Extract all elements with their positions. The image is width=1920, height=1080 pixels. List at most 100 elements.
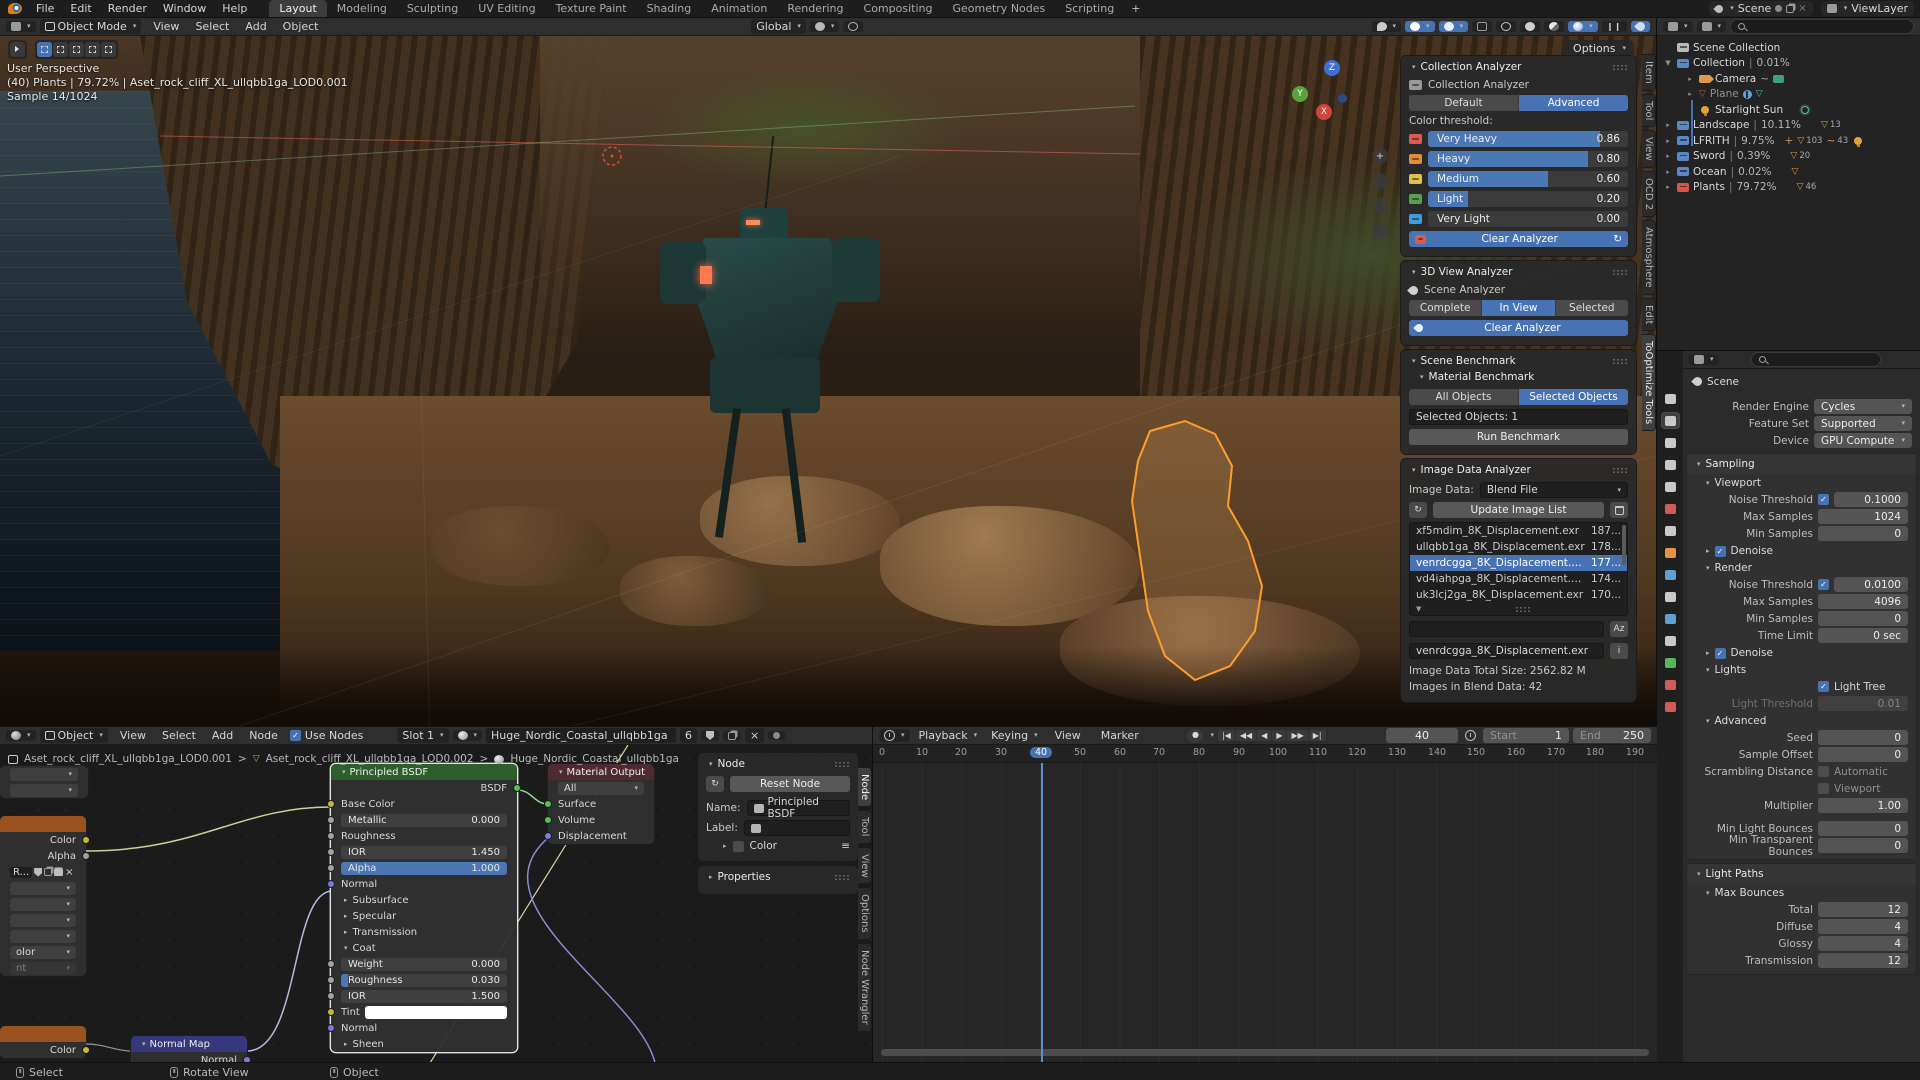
noise-threshold-checkbox[interactable]: ✓ (1818, 494, 1829, 505)
shading-solid-button[interactable] (1520, 21, 1540, 32)
grid-ortho-icon[interactable] (1372, 223, 1388, 239)
seed-field[interactable]: 0 (1818, 730, 1908, 745)
editor-type-button[interactable]: ▾ (879, 729, 910, 742)
coat-normal-socket[interactable] (327, 1024, 335, 1032)
navigation-gizmo[interactable]: Z Y X (1286, 60, 1356, 135)
select-box-tool[interactable] (37, 42, 52, 57)
render-engine-dropdown[interactable]: Cycles▾ (1814, 399, 1912, 414)
coat-ior-slider[interactable]: IOR1.500 (341, 990, 507, 1003)
pin-icon[interactable] (1775, 5, 1782, 12)
keying-menu[interactable]: Keying▾ (986, 728, 1042, 743)
viewport-menu[interactable]: Add (237, 19, 274, 34)
workspace-tab[interactable]: Geometry Nodes (942, 0, 1055, 17)
timeline-scrollbar[interactable] (881, 1049, 1649, 1056)
use-nodes-checkbox[interactable]: ✓ (290, 730, 301, 741)
transport-button[interactable]: ◀ (1257, 730, 1271, 741)
normal-output-socket[interactable] (243, 1056, 251, 1062)
max-bounces-header[interactable]: ▾Max Bounces (1687, 884, 1916, 901)
view-analyzer-tab[interactable]: Complete (1409, 300, 1481, 316)
metallic-slider[interactable]: Metallic0.000 (341, 814, 507, 827)
shading-rendered-button[interactable]: ▾ (1568, 21, 1598, 32)
workspace-tab[interactable]: Sculpting (397, 0, 468, 17)
list-filter-input[interactable] (1409, 621, 1604, 637)
expand-icon[interactable]: ▸ (1663, 168, 1673, 176)
automatic-checkbox[interactable] (1818, 766, 1829, 777)
render-sampling-header[interactable]: ▾Render (1687, 559, 1916, 576)
sidebar-tab[interactable]: OCD 2 (1642, 171, 1656, 217)
info-button[interactable]: i (1610, 643, 1628, 659)
image-source-dropdown[interactable]: Blend File▾ (1480, 482, 1628, 498)
timeline[interactable]: ▾ Playback▾ Keying▾ View Marker ● ▾ |◀◀◀… (872, 726, 1657, 1062)
threshold-slider[interactable]: Very Heavy 0.86 (1428, 131, 1628, 147)
start-frame-field[interactable]: Start1 (1483, 728, 1569, 743)
benchmark-tab[interactable]: Selected Objects (1518, 389, 1628, 405)
panel-header[interactable]: ▾Node (698, 753, 858, 774)
outliner-row[interactable]: ▸ LFRITH|9.75% + ▽103 ~43 (1663, 133, 1920, 149)
workspace-tab[interactable]: Modeling (327, 0, 397, 17)
refresh-list-button[interactable]: ↻ (1409, 502, 1427, 518)
image-file-row[interactable]: ullqbb1ga_8K_Displacement.exr 178... (1410, 539, 1627, 555)
metallic-socket[interactable] (327, 816, 335, 824)
drag-grip-icon[interactable] (1612, 467, 1628, 474)
drag-grip-icon[interactable] (1612, 269, 1628, 276)
feature-set-dropdown[interactable]: Supported▾ (1814, 416, 1912, 431)
analyzer-mode-tab[interactable]: Advanced (1518, 95, 1628, 111)
transport-button[interactable]: ▶| (1309, 730, 1326, 741)
pin-button[interactable] (768, 731, 785, 740)
min-light-bounces-field[interactable]: 0 (1818, 821, 1908, 836)
render-denoise-header[interactable]: ▸✓Denoise (1687, 644, 1916, 661)
outliner-row[interactable]: ▸ Camera ~ (1663, 71, 1920, 87)
current-frame-field[interactable]: 40 (1386, 728, 1458, 743)
displacement-socket[interactable] (544, 832, 552, 840)
node-header[interactable]: ▾Material Output (548, 764, 654, 780)
outliner-row[interactable]: ▸ Sword|0.39% ▽20 (1663, 149, 1920, 165)
shader-menu[interactable]: Node (241, 728, 286, 743)
node-header[interactable]: ▾Principled BSDF (331, 764, 517, 780)
alpha-socket[interactable] (327, 864, 335, 872)
topbar-menu[interactable]: Window (155, 1, 214, 16)
topbar-menu[interactable]: Edit (62, 1, 99, 16)
transport-button[interactable]: ◀◀ (1236, 730, 1256, 741)
expand-icon[interactable]: ▸ (1685, 90, 1695, 98)
min-transparent-bounces-field[interactable]: 0 (1818, 838, 1908, 853)
gizmo-z-axis[interactable]: Z (1324, 60, 1340, 76)
outliner-search-input[interactable] (1730, 19, 1914, 34)
drag-grip-icon[interactable] (1612, 64, 1628, 71)
transport-button[interactable]: ▶▶ (1287, 730, 1307, 741)
outliner-row[interactable]: ▸ Ocean|0.02% ▽ (1663, 164, 1920, 180)
transmission-bounces-field[interactable]: 12 (1818, 953, 1908, 968)
benchmark-tab[interactable]: All Objects (1409, 389, 1518, 405)
image-file-row[interactable]: xf5mdim_8K_Displacement.exr 187... (1410, 523, 1627, 539)
editor-type-button[interactable]: ▾ (6, 21, 36, 32)
sidebar-tab[interactable]: ToOptimize Tools (1642, 334, 1656, 431)
workspace-tab[interactable]: Texture Paint (546, 0, 637, 17)
threshold-slider[interactable]: Medium 0.60 (1428, 171, 1628, 187)
sidebar-tab[interactable]: View (858, 847, 872, 885)
volume-socket[interactable] (544, 816, 552, 824)
surface-socket[interactable] (544, 800, 552, 808)
slot-dropdown[interactable]: Slot 1▾ (397, 728, 448, 743)
outliner-row[interactable]: Scene Collection (1663, 40, 1920, 56)
normal-map-node[interactable]: ▾Normal Map Normal (131, 1036, 247, 1062)
properties-filter-dropdown[interactable]: ▾ (1689, 354, 1719, 365)
sidebar-tab[interactable]: Node Wrangler (858, 943, 872, 1032)
properties-tab[interactable] (1662, 479, 1679, 494)
reset-node-button[interactable]: Reset Node (730, 776, 850, 792)
select-mode-tool[interactable] (85, 42, 100, 57)
outliner-row[interactable]: ▸ Landscape|10.11% ▽13 (1663, 118, 1920, 134)
shader-menu[interactable]: Add (204, 728, 241, 743)
drag-grip-icon[interactable] (1612, 358, 1628, 365)
viewport-menu[interactable]: View (145, 19, 187, 34)
workspace-tab[interactable]: Scripting (1055, 0, 1124, 17)
update-image-list-button[interactable]: Update Image List (1433, 502, 1604, 518)
lights-header[interactable]: ▾Lights (1687, 661, 1916, 678)
shader-menu[interactable]: View (112, 728, 154, 743)
noise-threshold-checkbox[interactable]: ✓ (1818, 579, 1829, 590)
multiplier-field[interactable]: 1.00 (1818, 798, 1908, 813)
presets-list-icon[interactable]: ≡ (841, 840, 850, 852)
view-analyzer-tab[interactable]: Selected (1555, 300, 1628, 316)
gizmo-x-axis[interactable]: X (1316, 104, 1332, 120)
panel-header[interactable]: ▾ Scene Benchmark (1401, 350, 1636, 371)
expand-icon[interactable]: ▸ (1663, 183, 1673, 191)
properties-tab[interactable] (1662, 699, 1679, 714)
